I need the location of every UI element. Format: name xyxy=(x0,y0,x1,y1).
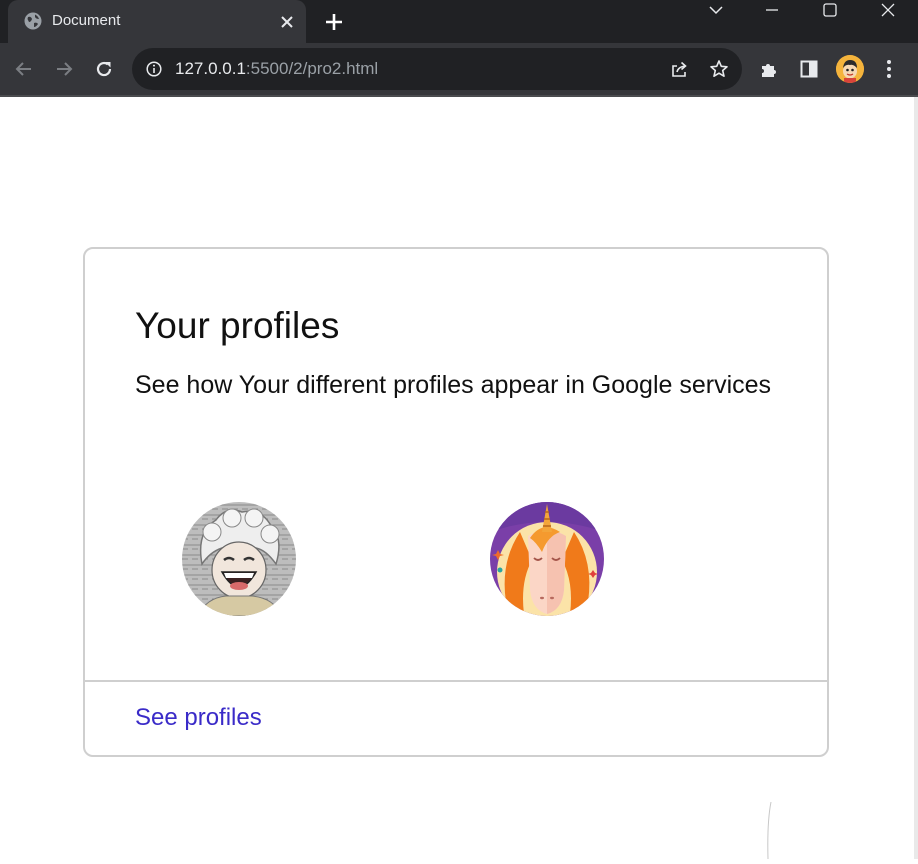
share-icon[interactable] xyxy=(669,59,689,79)
globe-icon xyxy=(23,11,43,31)
tab-strip: Document xyxy=(0,0,918,43)
scrollbar-track[interactable] xyxy=(914,97,918,859)
profile-avatar-unicorn xyxy=(490,502,604,616)
maximize-icon[interactable] xyxy=(810,0,850,20)
address-bar[interactable]: 127.0.0.1:5500/2/pro2.html xyxy=(132,48,742,90)
profiles-card: Your profiles See how Your different pro… xyxy=(83,247,829,757)
see-profiles-link[interactable]: See profiles xyxy=(135,704,262,732)
tab-title: Document xyxy=(52,12,121,29)
card-subtitle: See how Your different profiles appear i… xyxy=(135,371,772,399)
url-host: 127.0.0.1 xyxy=(175,59,246,78)
plus-icon[interactable] xyxy=(322,10,346,34)
chevron-down-icon[interactable] xyxy=(696,0,736,20)
window-close-icon[interactable] xyxy=(868,0,908,20)
url-text[interactable]: 127.0.0.1:5500/2/pro2.html xyxy=(175,59,378,79)
active-tab[interactable]: Document xyxy=(8,0,306,43)
close-icon[interactable] xyxy=(276,11,298,33)
profile-avatar-anime xyxy=(182,502,296,616)
minimize-icon[interactable] xyxy=(752,0,792,20)
arrow-right-icon[interactable] xyxy=(52,57,76,81)
card-title: Your profiles xyxy=(135,305,340,346)
info-icon[interactable] xyxy=(146,61,162,77)
url-path: :5500/2/pro2.html xyxy=(245,59,379,78)
page-artifact xyxy=(765,801,773,860)
card-divider xyxy=(85,680,827,682)
browser-toolbar: 127.0.0.1:5500/2/pro2.html xyxy=(0,43,918,97)
puzzle-icon[interactable] xyxy=(758,58,780,80)
arrow-left-icon[interactable] xyxy=(12,57,36,81)
side-panel-icon[interactable] xyxy=(798,58,820,80)
avatar[interactable] xyxy=(836,55,864,83)
reload-icon[interactable] xyxy=(92,57,116,81)
star-icon[interactable] xyxy=(709,59,729,79)
kebab-menu-icon[interactable] xyxy=(878,58,900,80)
